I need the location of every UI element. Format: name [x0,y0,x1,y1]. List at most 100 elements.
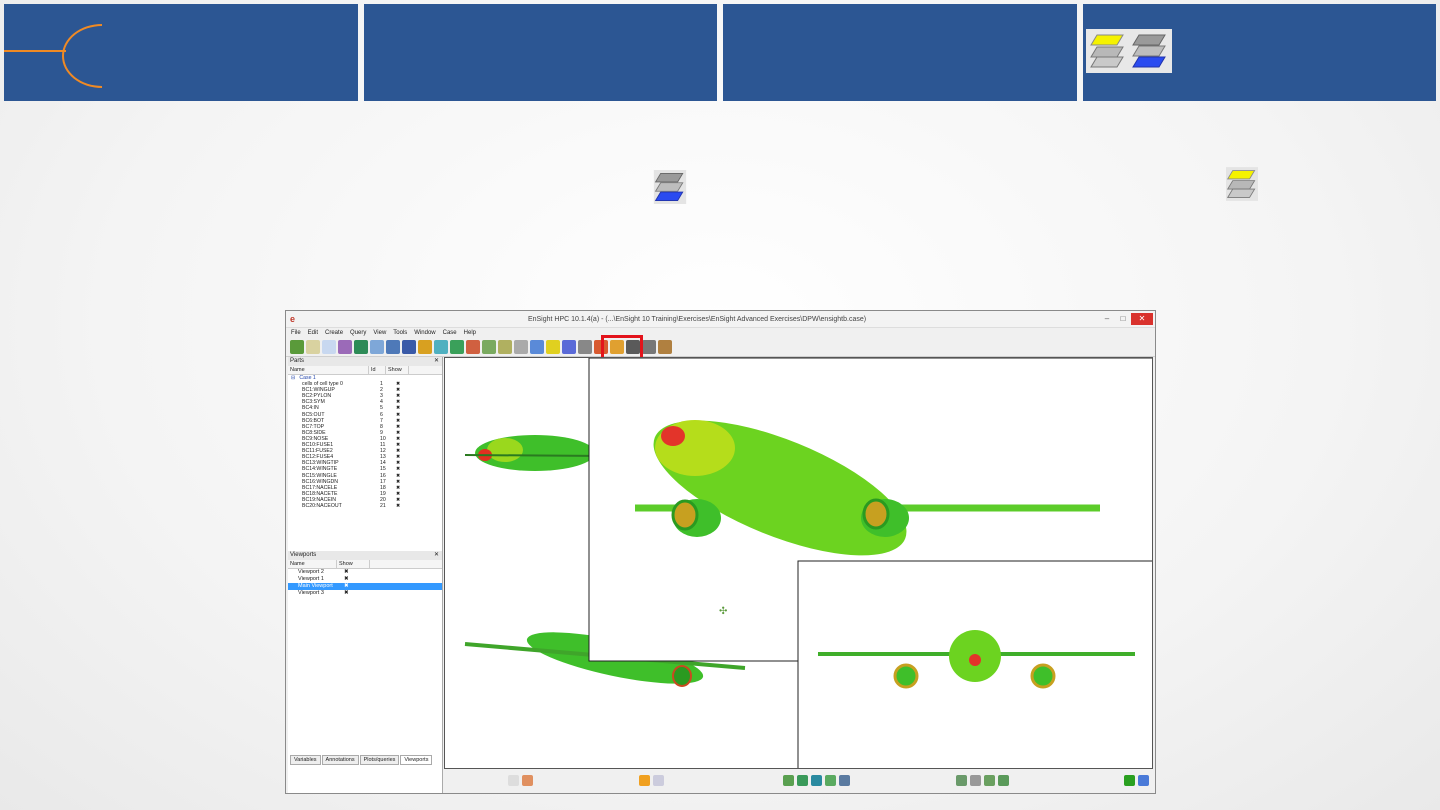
menu-view[interactable]: View [373,330,386,336]
box-icon[interactable] [514,340,528,354]
frame-icon[interactable] [578,340,592,354]
banner-segment-1 [4,4,358,101]
visibility-check-icon[interactable]: ✖ [344,583,349,590]
plot-icon[interactable] [322,340,336,354]
rotate-icon[interactable] [797,774,808,786]
graphics-window[interactable]: ✣ [444,357,1153,769]
header-banner [4,4,1436,101]
left-panel: Parts ✕ Name Id Show ⊟ Case 1 cells of cel… [288,357,443,793]
visibility-check-icon[interactable]: ✖ [344,569,349,576]
table-icon[interactable] [306,340,320,354]
book-icon[interactable] [386,340,400,354]
logo-line [4,50,66,52]
particle-trace-icon[interactable] [498,340,512,354]
contour-icon[interactable] [434,340,448,354]
visibility-check-icon[interactable]: ✖ [344,576,349,583]
visibility-check-icon[interactable]: ✖ [396,503,416,509]
isosurface-icon[interactable] [450,340,464,354]
banner-segment-2 [363,4,717,101]
layer-stack-blue-bottom-icon [653,170,687,204]
parts-icon[interactable] [290,340,304,354]
visibility-check-icon[interactable]: ✖ [344,590,349,597]
minimize-button[interactable]: – [1099,313,1115,325]
record-icon[interactable] [508,774,519,786]
logo-arc [62,24,102,88]
window-title: EnSight HPC 10.1.4(a) - (...\EnSight 10 … [527,315,867,323]
table-row[interactable]: BC20:NACEOUT 21 ✖ [288,503,442,509]
layer-back-icon[interactable] [562,340,576,354]
redo-icon[interactable] [1138,774,1149,786]
clip-icon[interactable] [466,340,480,354]
settings-icon[interactable] [642,340,656,354]
interact-icon[interactable] [1124,774,1135,786]
airplane-side-view [464,435,606,471]
layer-stack-yellow-top-icon [1226,167,1258,201]
parts-column-headers: Name Id Show [288,366,442,375]
tab-plots-queries[interactable]: Plots/queries [359,755,400,765]
maximize-button[interactable]: □ [1115,313,1131,325]
menu-file[interactable]: File [291,330,301,336]
fit-icon[interactable] [783,774,794,786]
status-toolbar [286,767,1155,793]
viewport-name: Viewport 3 [298,590,324,596]
translate-icon[interactable] [811,774,822,786]
banner-segment-3 [723,4,1077,101]
viewports-list: Viewport 2 ✖ Viewport 1 ✖ Main Viewport ✖ View… [288,569,442,597]
lock-icon[interactable] [956,774,967,786]
viewports-panel-title: Viewports [290,552,317,558]
query-icon[interactable] [338,340,352,354]
viewports-panel-header: Viewports ✕ [288,551,442,560]
col-show[interactable]: Show [337,560,370,568]
part-name: BC20:NACEOUT [302,502,342,509]
viewport-icon[interactable] [530,340,544,354]
selection-icon[interactable] [639,774,650,786]
image-icon[interactable] [354,340,368,354]
table-row[interactable]: Viewport 3 ✖ [288,590,442,597]
tab-viewports[interactable]: Viewports [400,755,433,765]
col-show[interactable]: Show [386,366,409,374]
vector-icon[interactable] [482,340,496,354]
parts-list: cells of cell type 0 1 ✖ BC1:WINGUP 2 ✖ BC2:PY… [288,381,442,509]
bottom-tabs: Variables Annotations Plots/queries View… [290,755,433,765]
col-name[interactable]: Name [288,366,369,374]
annotation-icon[interactable] [370,340,384,354]
light-icon[interactable] [970,774,981,786]
play-icon[interactable] [825,774,836,786]
movie-icon[interactable] [402,340,416,354]
table-row[interactable]: Viewport 1 ✖ [288,576,442,583]
tab-annotations[interactable]: Annotations [321,755,359,765]
tools-icon[interactable] [658,340,672,354]
menu-create[interactable]: Create [325,330,343,336]
menu-help[interactable]: Help [464,330,476,336]
pointer-icon[interactable] [522,774,533,786]
menu-bar: File Edit Create Query View Tools Window… [286,328,1155,338]
viewports-column-headers: Name Show [288,560,442,569]
ensight-window: e EnSight HPC 10.1.4(a) - (...\EnSight 1… [285,310,1156,794]
move-handle-icon: ✣ [719,606,727,617]
tab-variables[interactable]: Variables [290,755,321,765]
parts-panel-title: Parts [290,358,305,364]
app-logo-icon: e [290,314,296,324]
layer-front-icon[interactable] [546,340,560,354]
viewports-panel: Viewports ✕ Name Show Viewport 2 ✖ Viewport… [288,551,442,597]
panel-close-icon[interactable]: ✕ [434,357,439,366]
banner-layer-icons [1086,29,1172,73]
tools-icon[interactable] [839,774,850,786]
menu-query[interactable]: Query [350,330,366,336]
undo-icon[interactable] [998,774,1009,786]
viewport-name: Main Viewport [298,583,333,589]
close-button[interactable]: ✕ [1131,313,1153,325]
panel-close-icon[interactable]: ✕ [434,551,439,560]
col-id[interactable]: Id [369,366,386,374]
zoom-icon[interactable] [653,774,664,786]
menu-tools[interactable]: Tools [393,330,407,336]
menu-window[interactable]: Window [414,330,435,336]
menu-case[interactable]: Case [443,330,457,336]
table-row[interactable]: Viewport 2 ✖ [288,569,442,576]
col-name[interactable]: Name [288,560,337,568]
calculator-icon[interactable] [418,340,432,354]
transform-icon[interactable] [984,774,995,786]
menu-edit[interactable]: Edit [308,330,318,336]
viewports-render[interactable]: ✣ [445,358,1153,769]
table-row[interactable]: Main Viewport ✖ [288,583,442,590]
